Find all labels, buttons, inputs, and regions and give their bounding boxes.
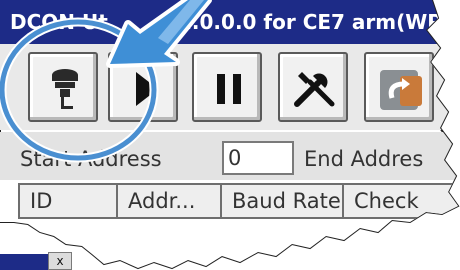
tools-icon: [280, 54, 350, 124]
column-header-checksum[interactable]: Check: [342, 183, 460, 219]
start-address-input[interactable]: 0: [222, 141, 294, 175]
play-icon: [110, 54, 180, 124]
start-address-label: Start Address: [20, 147, 162, 171]
exit-button[interactable]: [364, 52, 434, 122]
search-module-button[interactable]: [28, 52, 98, 122]
toolbar: [0, 44, 460, 130]
tools-button[interactable]: [278, 52, 348, 122]
module-exit-icon: [366, 54, 436, 124]
column-header-address[interactable]: Addr...: [116, 183, 222, 219]
pause-scan-button[interactable]: [192, 52, 262, 122]
window-title-left: DCON Ut: [10, 10, 108, 34]
window-titlebar: DCON Ut 2.0.0.0 for CE7 arm(WP: [0, 0, 460, 44]
screenshot-stage: x DCON Ut 2.0.0.0 for CE7 arm(WP Start A…: [0, 0, 460, 270]
pause-icon: [194, 54, 264, 124]
column-header-baud-rate[interactable]: Baud Rate: [220, 183, 344, 219]
column-header-id[interactable]: ID: [18, 183, 118, 219]
search-module-icon: [30, 54, 100, 124]
window-title-right: 2.0.0.0 for CE7 arm(WP: [178, 10, 442, 34]
end-address-label: End Addres: [304, 147, 424, 171]
start-scan-button[interactable]: [108, 52, 178, 122]
